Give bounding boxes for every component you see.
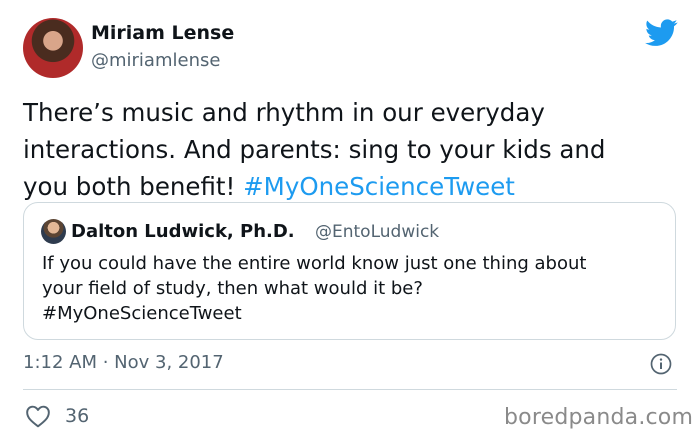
tweet-text: There’s music and rhythm in our everyday… — [23, 94, 673, 205]
tweet-timestamp[interactable]: 1:12 AM · Nov 3, 2017 — [23, 352, 224, 373]
author-avatar[interactable] — [23, 18, 83, 78]
divider — [23, 389, 677, 390]
heart-icon[interactable] — [25, 404, 51, 428]
like-count: 36 — [65, 405, 90, 427]
author-name[interactable]: Miriam Lense — [91, 22, 234, 44]
quote-author-handle: @EntoLudwick — [315, 222, 440, 242]
quote-text: If you could have the entire world know … — [42, 253, 587, 324]
quote-author-name: Dalton Ludwick, Ph.D. — [71, 221, 295, 242]
quoted-tweet[interactable]: Dalton Ludwick, Ph.D. @EntoLudwick If yo… — [23, 202, 676, 340]
author-handle[interactable]: @miriamlense — [91, 50, 220, 71]
twitter-bird-icon — [645, 19, 678, 46]
info-icon[interactable] — [650, 353, 672, 375]
hashtag-link[interactable]: #MyOneScienceTweet — [243, 172, 515, 201]
watermark: boredpanda.com — [504, 405, 694, 430]
quote-author-avatar — [41, 219, 66, 244]
